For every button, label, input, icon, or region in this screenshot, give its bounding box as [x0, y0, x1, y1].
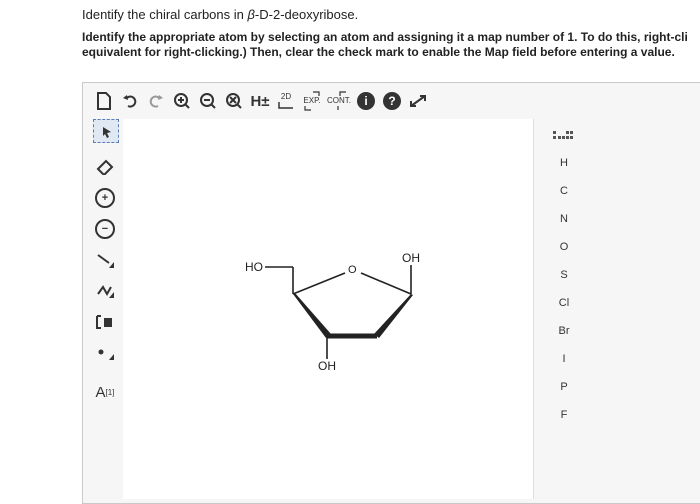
zoom-in-icon — [174, 93, 190, 109]
element-palette: H C N O S Cl Br I P F — [533, 119, 594, 499]
dot-icon — [98, 349, 114, 360]
drawing-canvas[interactable]: HO O OH OH — [123, 119, 563, 499]
redo-icon — [149, 95, 163, 108]
atom-map-superscript: [1] — [105, 387, 115, 397]
plus-circle-icon: + — [95, 188, 115, 208]
fullscreen-button[interactable] — [407, 90, 429, 112]
undo-button[interactable] — [119, 90, 141, 112]
element-cl[interactable]: Cl — [534, 297, 594, 309]
contract-button[interactable]: CONT. — [327, 90, 351, 112]
instruction-line-1: Identify the appropriate atom by selecti… — [82, 30, 688, 44]
new-document-button[interactable] — [93, 90, 115, 112]
expand-label: EXP. — [303, 96, 321, 105]
atom-label-ring-o[interactable]: O — [348, 264, 357, 276]
element-br[interactable]: Br — [534, 325, 594, 337]
atom-map-label: A — [95, 383, 106, 401]
zoom-out-icon — [200, 93, 216, 109]
charge-dot-tool[interactable] — [93, 341, 117, 363]
clear-icon — [226, 93, 242, 109]
element-n[interactable]: N — [534, 213, 594, 225]
expand-button[interactable]: EXP. — [301, 90, 323, 112]
minus-circle-icon: − — [95, 219, 115, 239]
periodic-table-button[interactable] — [552, 129, 576, 143]
help-button[interactable]: ? — [381, 90, 403, 112]
hydrogen-toggle-label: H± — [250, 92, 270, 110]
help-icon: ? — [383, 92, 401, 110]
element-i[interactable]: I — [534, 353, 594, 365]
zoom-in-button[interactable] — [171, 90, 193, 112]
chain-tool[interactable] — [93, 279, 117, 301]
single-bond-icon — [97, 254, 114, 268]
element-c[interactable]: C — [534, 185, 594, 197]
atom-label-oh-right[interactable]: OH — [402, 251, 420, 265]
question-title-suffix: -D-2-deoxyribose. — [254, 7, 359, 22]
bond-c4-c3-wedge — [293, 293, 331, 338]
question-title-prefix: Identify the chiral carbons in — [82, 7, 248, 22]
undo-icon — [123, 95, 137, 108]
info-icon: i — [357, 92, 375, 110]
editor-toolbar: H± 2D EXP. CONT. i ? — [83, 83, 593, 119]
eraser-tool[interactable] — [93, 155, 117, 177]
expand-icon-bottom — [304, 106, 311, 111]
element-p[interactable]: P — [534, 381, 594, 393]
fullscreen-icon — [410, 95, 426, 107]
element-f[interactable]: F — [534, 409, 594, 421]
template-tool[interactable] — [93, 311, 117, 333]
beta-symbol: β — [247, 7, 255, 22]
chain-icon — [97, 285, 114, 298]
question-title: Identify the chiral carbons in β-D-2-deo… — [82, 7, 358, 22]
bond-c4-ringo — [292, 272, 346, 295]
new-document-icon — [97, 92, 111, 110]
atom-label-ho[interactable]: HO — [245, 260, 263, 274]
contract-icon-bottom — [337, 106, 339, 110]
bond-tool[interactable] — [93, 249, 117, 271]
selection-tool[interactable] — [93, 119, 119, 143]
left-toolbar: + − A [1] — [83, 119, 121, 419]
molecule-editor: H± 2D EXP. CONT. i ? + − A [1] HO O OH O… — [82, 82, 700, 504]
atom-map-tool[interactable]: A [1] — [93, 381, 117, 403]
question-instructions: Identify the appropriate atom by selecti… — [82, 30, 700, 60]
selection-icon — [103, 127, 111, 138]
info-button[interactable]: i — [355, 90, 377, 112]
clean-2d-icon — [278, 102, 293, 109]
bond-ringo-c1 — [360, 272, 412, 295]
positive-charge-tool[interactable]: + — [93, 187, 117, 209]
template-icon — [96, 315, 112, 329]
clear-button[interactable] — [223, 90, 245, 112]
zoom-out-button[interactable] — [197, 90, 219, 112]
bond-c1-c2-wedge — [374, 294, 413, 338]
hydrogen-toggle-button[interactable]: H± — [249, 90, 271, 112]
redo-button[interactable] — [145, 90, 167, 112]
element-h[interactable]: H — [534, 157, 594, 169]
molecule-structure — [265, 265, 413, 359]
clean-2d-button[interactable]: 2D — [275, 90, 297, 112]
contract-label: CONT. — [327, 96, 351, 105]
element-o[interactable]: O — [534, 241, 594, 253]
instruction-line-2: equivalent for right-clicking.) Then, cl… — [82, 45, 675, 59]
negative-charge-tool[interactable]: − — [93, 218, 117, 240]
periodic-table-icon — [553, 131, 573, 139]
atom-label-oh-bottom[interactable]: OH — [318, 359, 336, 373]
element-s[interactable]: S — [534, 269, 594, 281]
eraser-icon — [96, 159, 114, 175]
clean-2d-label: 2D — [280, 92, 292, 101]
